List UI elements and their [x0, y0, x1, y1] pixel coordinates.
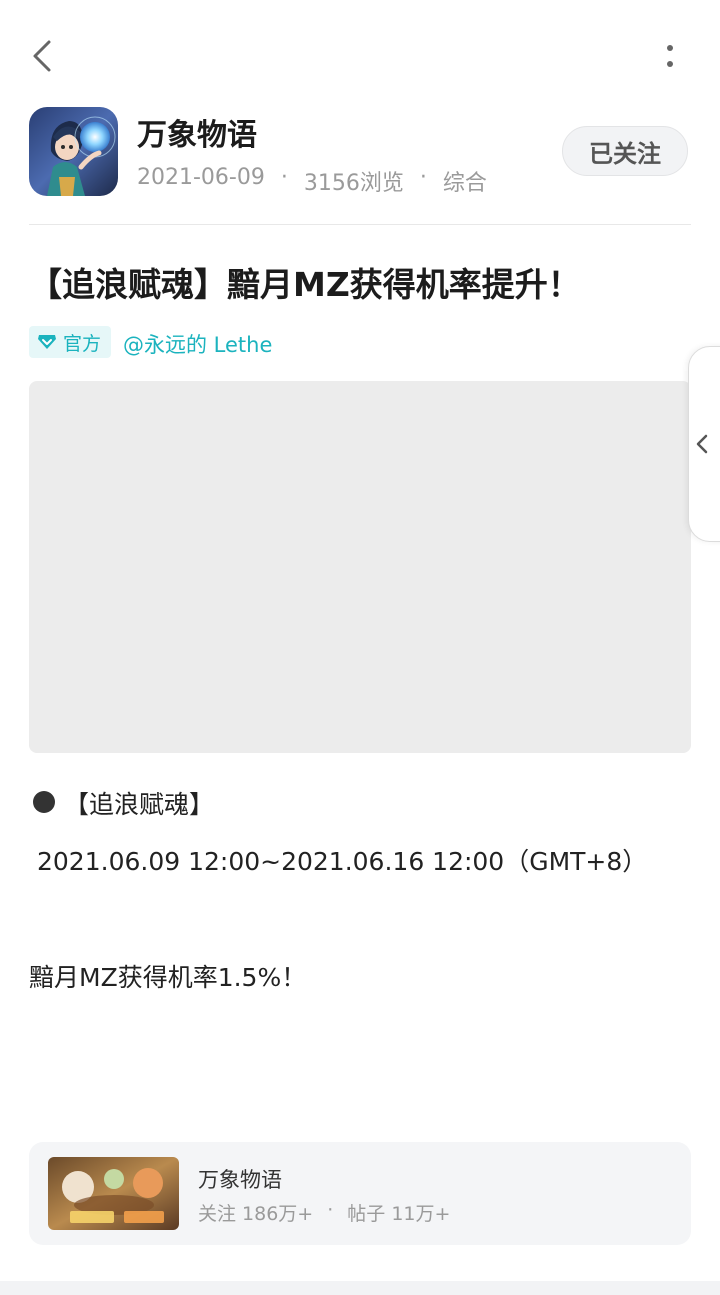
game-name: 万象物语	[198, 1168, 282, 1192]
official-label: 官方	[63, 332, 102, 355]
follower-count: 关注 186万+	[198, 1203, 314, 1225]
side-drawer-handle[interactable]	[688, 346, 720, 542]
vertical-dots-icon	[667, 45, 673, 67]
event-time-range: 2021.06.09 12:00~2021.06.16 12:00（GMT+8）	[37, 847, 648, 876]
app-name[interactable]: 万象物语	[137, 110, 257, 154]
post-date: 2021-06-09	[137, 165, 265, 190]
header-divider	[29, 224, 691, 225]
game-stats: 关注 186万+ · 帖子 11万+	[198, 1199, 450, 1226]
app-icon[interactable]	[29, 107, 118, 196]
stats-separator: ·	[327, 1199, 334, 1221]
post-title: 【追浪赋魂】黯月MZ获得机率提升！	[29, 265, 581, 304]
more-options-button[interactable]	[650, 36, 690, 76]
meta-separator: ·	[419, 165, 427, 190]
post-meta: 2021-06-09 · 3156浏览 · 综合	[137, 165, 487, 197]
chevron-left-icon	[33, 40, 51, 72]
heart-shield-icon	[38, 335, 56, 349]
view-count: 3156浏览	[303, 171, 404, 196]
official-badge: 官方	[29, 326, 112, 358]
author-link[interactable]: @永远的 Lethe	[123, 329, 272, 359]
post-category: 综合	[442, 171, 487, 196]
bottom-bar	[0, 1281, 720, 1295]
post-count: 帖子 11万+	[347, 1203, 451, 1225]
game-thumbnail[interactable]	[48, 1157, 179, 1230]
back-button[interactable]	[22, 36, 62, 76]
post-body-text: 黯月MZ获得机率1.5%！	[29, 963, 307, 992]
post-image[interactable]	[29, 381, 691, 753]
chevron-left-icon	[696, 434, 708, 454]
meta-separator: ·	[280, 165, 288, 190]
follow-button[interactable]: 已关注	[562, 126, 688, 176]
section-heading: 【追浪赋魂】	[64, 790, 215, 819]
bullet-icon	[33, 791, 55, 813]
